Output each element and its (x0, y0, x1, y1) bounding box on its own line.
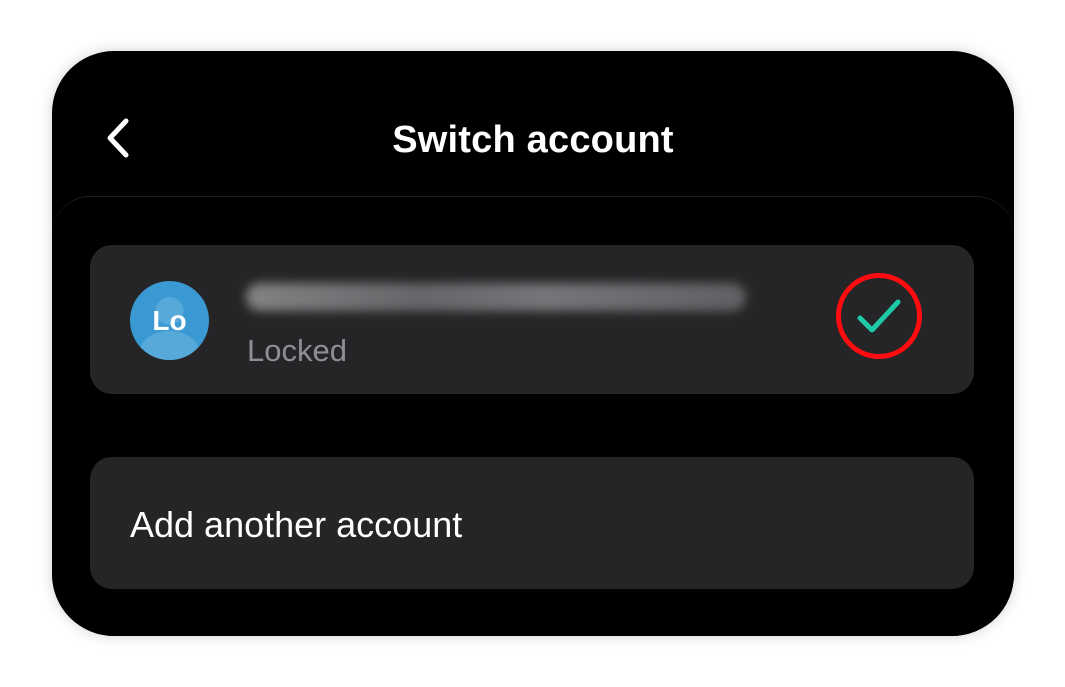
switch-account-screen: Switch account Lo Locked Add another acc… (52, 51, 1014, 636)
account-email-redacted (246, 283, 746, 311)
avatar: Lo (130, 281, 209, 360)
checkmark-icon (857, 299, 901, 333)
add-account-button[interactable]: Add another account (90, 457, 974, 589)
add-account-label: Add another account (130, 504, 463, 545)
avatar-initials: Lo (152, 305, 187, 336)
account-list-sheet: Lo Locked Add another account (52, 196, 1014, 636)
account-row[interactable]: Lo Locked (90, 245, 974, 394)
account-status: Locked (247, 333, 347, 368)
page-title: Switch account (392, 119, 674, 161)
selected-indicator (836, 273, 922, 359)
account-email (246, 283, 247, 284)
header: Switch account (52, 51, 1014, 196)
